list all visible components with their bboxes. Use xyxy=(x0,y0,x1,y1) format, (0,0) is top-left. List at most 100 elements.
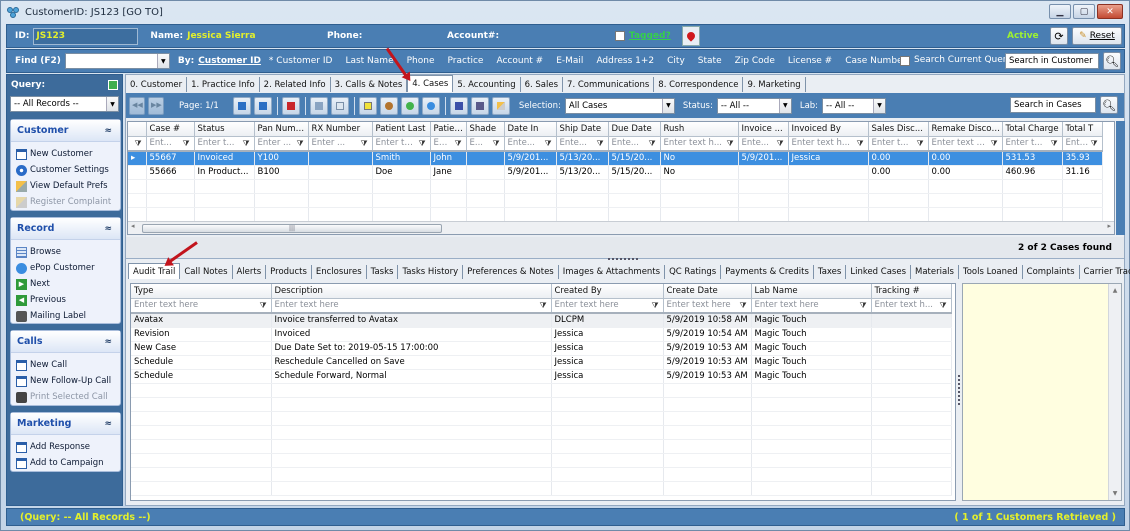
audit-cell[interactable]: 5/9/2019 10:58 AM xyxy=(663,313,752,328)
mailing-label-item[interactable]: Mailing Label xyxy=(11,308,120,324)
eraser-button[interactable] xyxy=(491,96,510,115)
tab-sales[interactable]: 6. Sales xyxy=(521,77,564,92)
filter-cell[interactable]: Enter t ⧩ xyxy=(1062,136,1103,152)
epop-customer-item[interactable]: ePop Customer xyxy=(11,260,120,276)
case-cell[interactable]: Doe xyxy=(372,165,431,180)
column-header[interactable]: Total T xyxy=(1062,122,1103,137)
email-button[interactable] xyxy=(330,96,349,115)
by-option-case-number[interactable]: Case Number xyxy=(845,56,906,66)
filter-cell[interactable]: Enter t... ⧩ xyxy=(868,136,929,152)
audit-row[interactable]: New Case Due Date Set to: 2019-05-15 17:0… xyxy=(131,341,952,356)
scroll-up-icon[interactable]: ▲ xyxy=(1109,287,1121,294)
audit-cell[interactable]: 5/9/2019 10:54 AM xyxy=(663,327,752,342)
print-selected-call-item[interactable]: Print Selected Call xyxy=(11,389,120,405)
filter-icon[interactable]: ⧩ xyxy=(991,139,1001,149)
notes-scrollbar[interactable]: ▲ ▼ xyxy=(1108,284,1121,500)
audit-cell[interactable]: 5/9/2019 10:53 AM xyxy=(663,355,752,370)
tab-customer[interactable]: 0. Customer xyxy=(126,77,188,92)
chevron-down-icon[interactable]: ▼ xyxy=(873,98,886,113)
filter-icon[interactable]: ⧩ xyxy=(540,301,550,311)
case-cell[interactable]: 5/13/20... xyxy=(556,151,609,166)
timer-button[interactable] xyxy=(379,96,398,115)
filter-icon[interactable]: ⧩ xyxy=(652,301,662,311)
add-response-item[interactable]: Add Response xyxy=(11,439,120,455)
audit-cell[interactable]: Magic Touch xyxy=(751,355,872,370)
next-item[interactable]: ▶ Next xyxy=(11,276,120,292)
filter-cell[interactable]: Ente... ⧩ xyxy=(738,136,789,152)
by-option-last-name[interactable]: Last Name xyxy=(345,56,393,66)
audit-column-header[interactable]: Description xyxy=(271,284,552,299)
audit-row[interactable]: Schedule Reschedule Cancelled on Save Jess… xyxy=(131,355,952,370)
last-page-button[interactable]: ▶▶ xyxy=(148,96,164,115)
subtab-preferences-notes[interactable]: Preferences & Notes xyxy=(463,265,559,279)
filter-cell[interactable]: Enter t... ⧩ xyxy=(194,136,255,152)
marketing-panel-header[interactable]: Marketing ≈ xyxy=(11,413,120,435)
audit-cell[interactable]: 5/9/2019 10:53 AM xyxy=(663,341,752,356)
case-cell[interactable]: No xyxy=(660,151,739,166)
subtab-complaints[interactable]: Complaints xyxy=(1023,265,1080,279)
map-pin-button[interactable] xyxy=(682,26,700,46)
case-cell[interactable] xyxy=(466,151,505,166)
audit-cell[interactable]: New Case xyxy=(131,341,272,356)
filter-cell[interactable]: Enter text h... ⧩ xyxy=(788,136,869,152)
audit-cell[interactable]: Jessica xyxy=(551,341,664,356)
calls-panel-header[interactable]: Calls ≈ xyxy=(11,331,120,353)
add-to-campaign-item[interactable]: Add to Campaign xyxy=(11,455,120,471)
filter-cell[interactable]: Ent... ⧩ xyxy=(146,136,195,152)
chevron-down-icon[interactable]: ▼ xyxy=(106,97,118,111)
audit-cell[interactable]: Invoiced xyxy=(271,327,552,342)
filter-cell[interactable]: Enter t... ⧩ xyxy=(1002,136,1063,152)
subtab-taxes[interactable]: Taxes xyxy=(814,265,847,279)
audit-cell[interactable]: 5/9/2019 10:53 AM xyxy=(663,369,752,384)
new-customer-item[interactable]: New Customer xyxy=(11,146,120,162)
audit-cell[interactable]: Jessica xyxy=(551,327,664,342)
tab-correspondence[interactable]: 8. Correspondence xyxy=(654,77,744,92)
case-row[interactable]: 55666 In Product... B100 Doe Jane 5/9/201... 5… xyxy=(128,165,1103,180)
subtab-alerts[interactable]: Alerts xyxy=(233,265,267,279)
filter-cell[interactable]: Enter ... ⧩ xyxy=(254,136,309,152)
chat-button[interactable] xyxy=(421,96,440,115)
by-option-address[interactable]: Address 1+2 xyxy=(596,56,654,66)
filter-cell[interactable]: Enter text h... ⧩ xyxy=(928,136,1003,152)
audit-cell[interactable]: Magic Touch xyxy=(751,327,872,342)
by-option-account[interactable]: Account # xyxy=(496,56,543,66)
filter-icon[interactable]: ⧩ xyxy=(455,139,465,149)
filter-icon[interactable]: ⧩ xyxy=(740,301,750,311)
lab-select[interactable]: -- All -- ▼ xyxy=(822,97,887,114)
register-complaint-item[interactable]: Register Complaint xyxy=(11,194,120,210)
refresh-button[interactable]: ⟳ xyxy=(1050,27,1068,45)
case-cell[interactable] xyxy=(738,165,789,180)
query-select[interactable]: -- All Records -- ▼ xyxy=(10,96,119,112)
audit-column-header[interactable]: Created By xyxy=(551,284,664,299)
collapse-icon[interactable]: ≈ xyxy=(104,126,112,136)
previous-item[interactable]: ◀ Previous xyxy=(11,292,120,308)
subtab-tasks[interactable]: Tasks xyxy=(367,265,399,279)
filter-cell[interactable]: Enter text h... ⧩ xyxy=(660,136,739,152)
audit-row[interactable]: Avatax Invoice transferred to Avatax DLCPM… xyxy=(131,313,952,328)
subtab-call-notes[interactable]: Call Notes xyxy=(180,265,233,279)
subtab-qc-ratings[interactable]: QC Ratings xyxy=(665,265,722,279)
case-cell[interactable]: 5/15/20... xyxy=(608,151,661,166)
subtab-enclosures[interactable]: Enclosures xyxy=(312,265,367,279)
audit-cell[interactable]: Reschedule Cancelled on Save xyxy=(271,355,552,370)
audit-column-header[interactable]: Lab Name xyxy=(751,284,872,299)
by-option-practice[interactable]: Practice xyxy=(448,56,484,66)
audit-filter-cell[interactable]: Enter text here ⧩ xyxy=(131,298,272,314)
case-cell[interactable]: 0.00 xyxy=(868,151,929,166)
case-cell[interactable]: 31.16 xyxy=(1062,165,1103,180)
case-cell[interactable]: 531.53 xyxy=(1002,151,1063,166)
column-header[interactable]: Ship Date xyxy=(556,122,609,137)
audit-cell[interactable]: Schedule xyxy=(131,369,272,384)
filter-icon[interactable]: ⧩ xyxy=(1091,139,1101,149)
audit-cell[interactable] xyxy=(871,327,952,342)
id-field[interactable]: JS123 xyxy=(33,27,139,45)
find-input[interactable]: ▼ xyxy=(64,53,170,69)
case-cell[interactable] xyxy=(308,151,373,166)
filter-icon[interactable]: ⧩ xyxy=(777,139,787,149)
subtab-carrier-tracking-info[interactable]: Carrier Tracking Info xyxy=(1080,265,1130,279)
case-cell[interactable]: Y100 xyxy=(254,151,309,166)
filter-cell[interactable]: Enter te... ⧩ xyxy=(372,136,431,152)
column-header[interactable]: Status xyxy=(194,122,255,137)
tab-related-info[interactable]: 2. Related Info xyxy=(260,77,331,92)
filter-icon[interactable]: ⧩ xyxy=(860,301,870,311)
